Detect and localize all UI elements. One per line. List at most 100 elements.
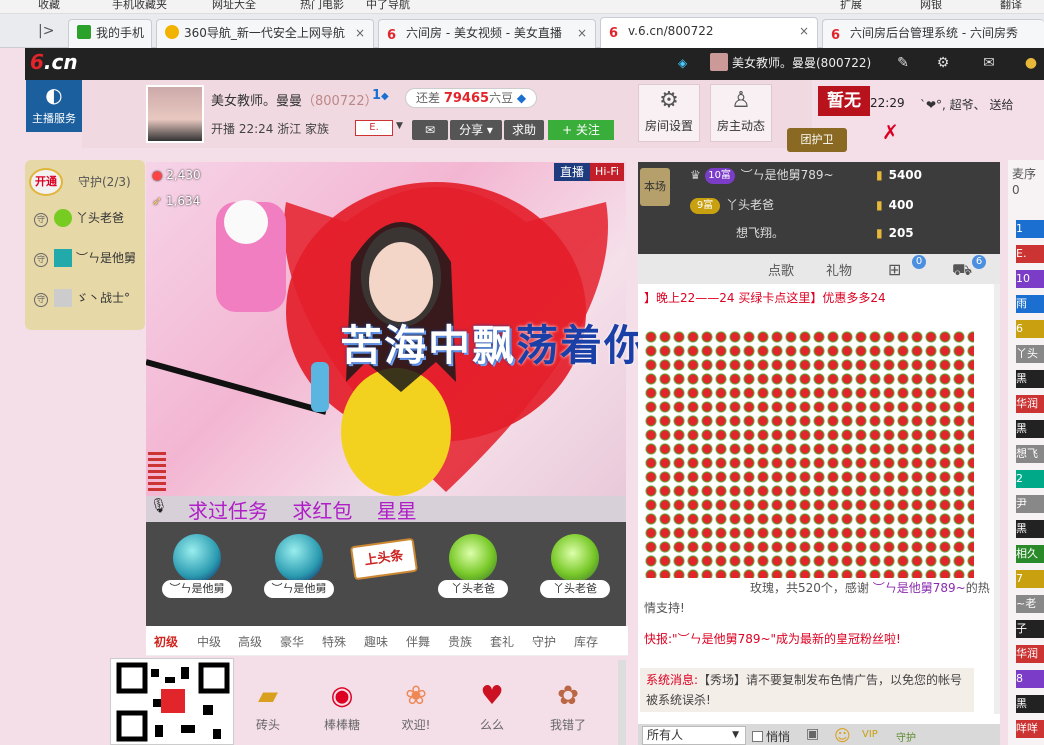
host-updates-button[interactable]: ♙ 房主动态: [710, 84, 772, 142]
seat[interactable]: ︶ㄣ是他舅: [162, 534, 232, 604]
tab-gifts[interactable]: 礼物: [826, 260, 852, 279]
guard-member[interactable]: 守 ︶ㄣ是他舅: [34, 246, 136, 270]
gift-tab[interactable]: 高级: [238, 633, 262, 650]
user-row[interactable]: 想飞: [1016, 445, 1044, 463]
tab-6cn-home[interactable]: 6 六间房 - 美女视频 - 美女直播 ×: [378, 19, 596, 48]
room-settings-button[interactable]: ⚙ 房间设置: [638, 84, 700, 142]
user-row[interactable]: 1: [1016, 220, 1044, 238]
close-icon[interactable]: ×: [799, 18, 809, 45]
user-row[interactable]: 黑: [1016, 370, 1044, 388]
sidebar-toggle-icon[interactable]: |>: [38, 23, 54, 39]
shield-icon[interactable]: ◈: [678, 56, 687, 70]
gift-tab[interactable]: 初级: [154, 633, 178, 650]
gift-scrollbar[interactable]: [618, 660, 626, 745]
bookmark-item[interactable]: 热门电影: [300, 0, 344, 12]
gear-icon[interactable]: ⚙: [932, 53, 954, 73]
fan-row[interactable]: 9富 丫头老爸: [690, 192, 774, 218]
bookmark-item[interactable]: 扩展: [840, 0, 862, 12]
gift-tab[interactable]: 贵族: [448, 633, 472, 650]
header-user[interactable]: 美女教师。曼曼(800722): [710, 52, 871, 74]
user-row[interactable]: 10: [1016, 270, 1044, 288]
gift-tab[interactable]: 套礼: [490, 633, 514, 650]
gift-tab[interactable]: 豪华: [280, 633, 304, 650]
vip-icon[interactable]: VIP: [862, 729, 878, 740]
tab-6cn-admin[interactable]: 6 六间房后台管理系统 - 六间房秀: [822, 19, 1044, 48]
follow-button[interactable]: + 关注: [548, 120, 614, 140]
gift-tab[interactable]: 守护: [532, 633, 556, 650]
user-row[interactable]: 雨: [1016, 295, 1044, 313]
site-logo[interactable]: 6.cn: [30, 50, 78, 76]
chevron-down-icon[interactable]: ▼: [396, 121, 403, 131]
gift-item[interactable]: ◉ 棒棒糖: [314, 676, 370, 733]
gift-item[interactable]: ▰ 砖头: [240, 676, 296, 733]
user-row[interactable]: 6: [1016, 320, 1044, 338]
mail-icon[interactable]: ✉: [978, 53, 1000, 73]
coin-icon[interactable]: ●: [1020, 53, 1042, 73]
gamepad-icon[interactable]: ⊞: [888, 260, 901, 279]
bookmark-item[interactable]: 翻译: [1000, 0, 1022, 12]
bookmark-item[interactable]: 中了导航: [366, 0, 410, 12]
fan-row[interactable]: 想飞翔。: [736, 220, 784, 246]
user-row[interactable]: 8: [1016, 670, 1044, 688]
guard-member[interactable]: 守ゞ丶战士°: [34, 286, 130, 310]
session-rank-tab[interactable]: 本场: [640, 168, 670, 206]
user-row[interactable]: 华润: [1016, 645, 1044, 663]
user-row[interactable]: 黑: [1016, 420, 1044, 438]
anchor-avatar[interactable]: [146, 85, 204, 143]
gift-tab[interactable]: 趣味: [364, 633, 388, 650]
bookmark-item[interactable]: 手机收藏夹: [112, 0, 167, 12]
user-row[interactable]: 华润: [1016, 395, 1044, 413]
close-icon[interactable]: ×: [577, 20, 587, 47]
user-row[interactable]: 子: [1016, 620, 1044, 638]
user-row[interactable]: E.: [1016, 245, 1044, 263]
gift-tab[interactable]: 中级: [197, 633, 221, 650]
promo-message[interactable]: 】晚上22——24 买绿卡点这里】优惠多多24: [644, 290, 994, 306]
emoji-icon[interactable]: ☺: [834, 726, 851, 745]
share-button[interactable]: 分享 ▾: [450, 120, 502, 140]
user-row[interactable]: 7: [1016, 570, 1044, 588]
gift-item[interactable]: ❀ 欢迎!: [388, 676, 444, 733]
gift-tab[interactable]: 特殊: [322, 633, 346, 650]
open-guard-button[interactable]: 开通: [29, 168, 63, 196]
tab-room-800722[interactable]: 6 v.6.cn/800722 ×: [600, 17, 818, 48]
chat-username[interactable]: ︶ㄣ是他舅789~: [873, 581, 966, 595]
seat[interactable]: 丫头老爸: [540, 534, 610, 604]
guard-icon[interactable]: 守护: [896, 729, 916, 744]
guard-team-badge[interactable]: 团护卫: [787, 128, 847, 152]
image-icon[interactable]: ▣: [806, 726, 819, 742]
seat[interactable]: ︶ㄣ是他舅: [264, 534, 334, 604]
edit-icon[interactable]: ✎: [892, 53, 914, 73]
gift-item[interactable]: ♥ 么么: [464, 676, 520, 733]
chat-scrollbar[interactable]: [994, 284, 1000, 714]
gift-tab[interactable]: 伴舞: [406, 633, 430, 650]
guard-member[interactable]: 守丫头老爸: [34, 206, 124, 230]
user-row[interactable]: ~老: [1016, 595, 1044, 613]
hifi-badge[interactable]: Hi-Fi: [590, 163, 624, 181]
car-icon[interactable]: ⛟: [952, 260, 972, 281]
gift-tab[interactable]: 库存: [574, 633, 598, 650]
user-row[interactable]: 黑: [1016, 695, 1044, 713]
close-icon[interactable]: ×: [355, 20, 365, 47]
microphone-icon[interactable]: 🎙: [150, 498, 168, 518]
user-row[interactable]: 咩咩: [1016, 720, 1044, 738]
tab-song-request[interactable]: 点歌: [768, 260, 794, 279]
recipient-select[interactable]: 所有人 ▼: [642, 726, 746, 745]
tab-360-nav[interactable]: 360导航_新一代安全上网导航 ×: [156, 19, 374, 48]
user-row[interactable]: 丫头: [1016, 345, 1044, 363]
fan-row[interactable]: ♛ 10富 ︶ㄣ是他舅789~: [690, 162, 834, 188]
bookmark-item[interactable]: 网银: [920, 0, 942, 12]
anchor-service-button[interactable]: ◐ 主播服务: [26, 80, 82, 132]
family-badge[interactable]: E.: [355, 120, 393, 136]
gift-item[interactable]: ✿ 我错了: [540, 676, 596, 733]
message-button[interactable]: ✉: [412, 120, 448, 140]
help-button[interactable]: 求助: [504, 120, 544, 140]
whisper-checkbox[interactable]: 悄悄: [752, 728, 790, 745]
bookmark-item[interactable]: 收藏: [38, 0, 60, 12]
user-row[interactable]: 相久: [1016, 545, 1044, 563]
user-row[interactable]: 黑: [1016, 520, 1044, 538]
seat[interactable]: 丫头老爸: [438, 534, 508, 604]
tab-my-phone[interactable]: 我的手机: [68, 19, 152, 48]
user-row[interactable]: 尹: [1016, 495, 1044, 513]
bookmark-item[interactable]: 网址大全: [212, 0, 256, 12]
volume-meter[interactable]: [148, 452, 166, 492]
